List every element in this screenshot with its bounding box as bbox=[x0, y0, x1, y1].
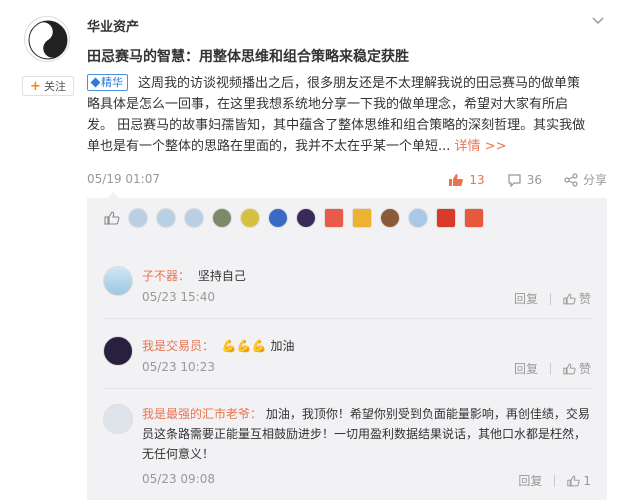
comment-like-button[interactable]: 1 bbox=[567, 474, 591, 488]
liker-avatar[interactable] bbox=[184, 208, 204, 228]
reply-button[interactable]: 回复 bbox=[514, 290, 538, 307]
comment-divider bbox=[103, 388, 591, 389]
liker-avatar[interactable] bbox=[268, 208, 288, 228]
commenter-avatar[interactable] bbox=[103, 266, 133, 296]
post-body: 精华 这周我的访谈视频播出之后，很多朋友还是不太理解我说的田忌赛马的做单策略具体是… bbox=[87, 73, 587, 157]
divider bbox=[549, 362, 551, 375]
thumbs-up-outline-icon bbox=[563, 363, 576, 374]
commenter-name[interactable]: 子不器 bbox=[142, 269, 178, 283]
comment-like-button[interactable]: 赞 bbox=[563, 360, 591, 377]
diamond-icon bbox=[90, 77, 101, 88]
badge-label: 精华 bbox=[101, 76, 123, 89]
share-label: 分享 bbox=[582, 173, 607, 187]
liker-avatar[interactable] bbox=[156, 208, 176, 228]
liker-avatar[interactable] bbox=[352, 208, 372, 228]
reply-button[interactable]: 回复 bbox=[518, 472, 542, 489]
share-icon bbox=[564, 172, 578, 187]
commenter-name[interactable]: 我是交易员 bbox=[142, 339, 202, 353]
thumbs-up-outline-icon bbox=[567, 475, 580, 486]
like-count: 13 bbox=[469, 172, 485, 187]
name-separator: ： bbox=[250, 407, 263, 421]
post-body-text: 这周我的访谈视频播出之后，很多朋友还是不太理解我说的田忌赛马的做单策略具体是怎么… bbox=[87, 76, 586, 154]
commenter-avatar[interactable] bbox=[103, 404, 133, 434]
share-button[interactable]: 分享 bbox=[564, 171, 607, 188]
featured-badge: 精华 bbox=[87, 74, 128, 91]
like-count: 1 bbox=[583, 473, 591, 488]
likers-list bbox=[87, 192, 607, 238]
post-title: 田忌赛马的智慧：用整体思维和组合策略来稳定获胜 bbox=[87, 49, 409, 65]
liker-avatar[interactable] bbox=[296, 208, 316, 228]
muscle-emoji-icon: 💪💪💪 bbox=[221, 339, 267, 353]
liker-avatar[interactable] bbox=[240, 208, 260, 228]
liker-avatar[interactable] bbox=[128, 208, 148, 228]
commenter-avatar[interactable] bbox=[103, 336, 133, 366]
comment-icon bbox=[508, 173, 521, 187]
name-separator: ： bbox=[202, 339, 215, 353]
thumbs-up-outline-icon bbox=[104, 211, 120, 225]
comment-divider bbox=[103, 318, 591, 319]
plus-icon: + bbox=[30, 78, 41, 94]
comment-time: 05/23 15:40 bbox=[142, 290, 215, 304]
comment-text: 子不器： 坚持自己 bbox=[142, 266, 246, 286]
comment-content: 坚持自己 bbox=[197, 269, 246, 283]
comment-text: 我是交易员： 💪💪💪 加油 bbox=[142, 336, 295, 356]
comment-content: 加油 bbox=[270, 339, 295, 353]
comment-time: 05/23 09:08 bbox=[142, 472, 215, 486]
like-label: 赞 bbox=[578, 292, 591, 306]
like-button[interactable]: 13 bbox=[448, 172, 485, 187]
post-time: 05/19 01:07 bbox=[87, 172, 160, 186]
comment-button[interactable]: 36 bbox=[507, 173, 542, 187]
comment-actions: 回复 1 bbox=[518, 472, 591, 489]
comment-actions: 回复 赞 bbox=[514, 360, 591, 377]
reply-button[interactable]: 回复 bbox=[514, 360, 538, 377]
thumbs-up-outline-icon bbox=[563, 293, 576, 304]
comment-text: 我是最强的汇市老爷： 加油，我顶你！希望你别受到负面能量影响，再创佳绩，交易员这… bbox=[142, 404, 592, 464]
divider bbox=[554, 474, 556, 487]
yin-yang-icon bbox=[28, 20, 68, 60]
liker-avatar[interactable] bbox=[436, 208, 456, 228]
liker-avatar[interactable] bbox=[464, 208, 484, 228]
post-actions: 13 36 分享 bbox=[448, 171, 607, 188]
comment-count: 36 bbox=[526, 172, 542, 187]
chevron-down-icon[interactable] bbox=[591, 16, 605, 26]
comment-section: 子不器： 坚持自己 05/23 15:40 回复 赞 我是交易员： 💪💪💪 加油… bbox=[87, 238, 607, 500]
author-name[interactable]: 华业资产 bbox=[87, 16, 139, 35]
liker-avatar[interactable] bbox=[212, 208, 232, 228]
more-link[interactable]: 详情 >> bbox=[455, 139, 507, 154]
like-label: 赞 bbox=[578, 362, 591, 376]
comment-like-button[interactable]: 赞 bbox=[563, 290, 591, 307]
liker-avatar[interactable] bbox=[408, 208, 428, 228]
name-separator: ： bbox=[178, 269, 191, 283]
comment-time: 05/23 10:23 bbox=[142, 360, 215, 374]
author-avatar[interactable] bbox=[24, 16, 70, 62]
follow-button[interactable]: + 关注 bbox=[22, 76, 74, 96]
liker-avatar[interactable] bbox=[380, 208, 400, 228]
commenter-name[interactable]: 我是最强的汇市老爷 bbox=[142, 407, 250, 421]
divider bbox=[549, 292, 551, 305]
comment-actions: 回复 赞 bbox=[514, 290, 591, 307]
liker-avatar[interactable] bbox=[324, 208, 344, 228]
follow-label: 关注 bbox=[43, 80, 66, 93]
thumbs-up-icon bbox=[449, 173, 464, 186]
